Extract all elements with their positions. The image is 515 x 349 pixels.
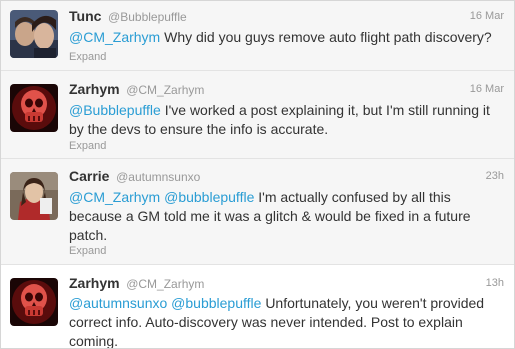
timestamp[interactable]: 23h <box>486 168 504 184</box>
tweet-text: @autumnsunxo @bubblepuffle Unfortunately… <box>69 294 500 348</box>
tweet-header: Carrie @autumnsunxo 23h <box>69 168 504 184</box>
user-handle[interactable]: @Bubblepuffle <box>108 10 187 24</box>
expand-link[interactable]: Expand <box>69 51 106 63</box>
tweet-header: Zarhym @CM_Zarhym 16 Mar <box>69 81 504 97</box>
avatar[interactable] <box>10 10 58 58</box>
skull-avatar-icon <box>10 278 58 326</box>
tweet-item[interactable]: Zarhym @CM_Zarhym 13h @autumnsunxo @bubb… <box>1 265 514 348</box>
mention-link[interactable]: @Bubblepuffle <box>69 102 161 118</box>
avatar[interactable] <box>10 278 58 326</box>
display-name[interactable]: Carrie <box>69 168 109 184</box>
display-name[interactable]: Tunc <box>69 8 101 24</box>
timestamp[interactable]: 16 Mar <box>470 81 504 97</box>
timestamp[interactable]: 13h <box>486 275 504 291</box>
expand-link[interactable]: Expand <box>69 245 106 257</box>
mention-link[interactable]: @autumnsunxo <box>69 295 167 311</box>
avatar[interactable] <box>10 84 58 132</box>
timestamp[interactable]: 16 Mar <box>470 8 504 24</box>
display-name[interactable]: Zarhym <box>69 275 120 291</box>
tweet-body: Why did you guys remove auto flight path… <box>164 29 492 45</box>
tweet-timeline: Tunc @Bubblepuffle 16 Mar @CM_Zarhym Why… <box>0 0 515 349</box>
user-handle[interactable]: @CM_Zarhym <box>126 277 204 291</box>
user-handle[interactable]: @CM_Zarhym <box>126 83 204 97</box>
mention-link[interactable]: @CM_Zarhym <box>69 29 160 45</box>
avatar[interactable] <box>10 172 58 220</box>
tweet-item[interactable]: Zarhym @CM_Zarhym 16 Mar @Bubblepuffle I… <box>1 71 514 159</box>
mention-link[interactable]: @bubblepuffle <box>164 189 254 205</box>
tweet-item[interactable]: Tunc @Bubblepuffle 16 Mar @CM_Zarhym Why… <box>1 1 514 71</box>
avatar-photo-icon <box>10 172 58 220</box>
tweet-header: Zarhym @CM_Zarhym 13h <box>69 275 504 291</box>
user-handle[interactable]: @autumnsunxo <box>116 170 200 184</box>
tweet-text: @CM_Zarhym @bubblepuffle I'm actually co… <box>69 188 500 245</box>
tweet-text: @Bubblepuffle I've worked a post explain… <box>69 101 500 139</box>
display-name[interactable]: Zarhym <box>69 81 120 97</box>
tweet-item[interactable]: Carrie @autumnsunxo 23h @CM_Zarhym @bubb… <box>1 159 514 265</box>
skull-avatar-icon <box>10 84 58 132</box>
expand-link[interactable]: Expand <box>69 140 106 152</box>
tweet-header: Tunc @Bubblepuffle 16 Mar <box>69 8 504 24</box>
mention-link[interactable]: @bubblepuffle <box>171 295 261 311</box>
tweet-text: @CM_Zarhym Why did you guys remove auto … <box>69 28 500 47</box>
mention-link[interactable]: @CM_Zarhym <box>69 189 160 205</box>
avatar-photo-icon <box>10 10 58 58</box>
